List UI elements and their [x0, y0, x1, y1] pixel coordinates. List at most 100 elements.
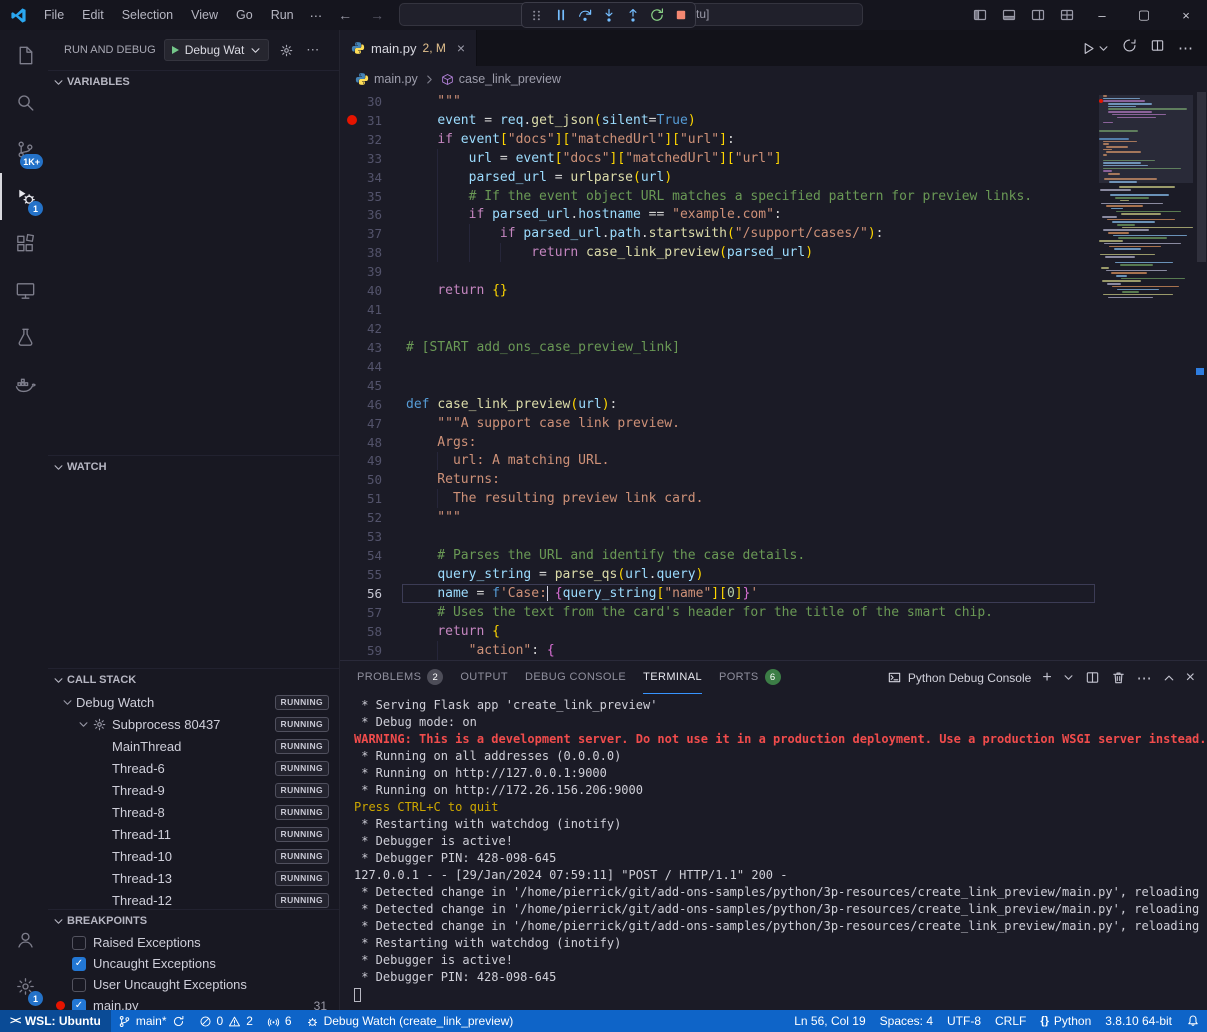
call-stack-item[interactable]: MainThreadRUNNING [48, 735, 339, 757]
step-over-button[interactable] [573, 4, 596, 26]
code-line[interactable]: 58 return { [340, 622, 1097, 641]
code-line[interactable]: 36 if parsed_url.hostname == "example.co… [340, 206, 1097, 225]
gutter[interactable]: 38 [340, 243, 406, 262]
call-stack-item[interactable]: Thread-8RUNNING [48, 801, 339, 823]
split-editor-button[interactable] [1085, 670, 1100, 685]
gutter[interactable]: 49 [340, 452, 406, 471]
activity-item-extensions[interactable] [0, 220, 48, 267]
gutter[interactable]: 45 [340, 376, 406, 395]
code-line[interactable]: 45 [340, 376, 1097, 395]
minimap[interactable] [1099, 95, 1193, 660]
gutter[interactable]: 30 [340, 92, 406, 111]
gutter[interactable]: 37 [340, 224, 406, 243]
status-remote-indicator[interactable]: ><WSL: Ubuntu [0, 1010, 111, 1032]
restart-button[interactable] [645, 4, 668, 26]
gutter[interactable]: 35 [340, 187, 406, 206]
call-stack-item[interactable]: Thread-6RUNNING [48, 757, 339, 779]
menu-run[interactable]: Run [262, 4, 303, 26]
call-stack-item[interactable]: Thread-12RUNNING [48, 889, 339, 909]
code-line[interactable]: 31 event = req.get_json(silent=True) [340, 111, 1097, 130]
gutter[interactable]: 33 [340, 149, 406, 168]
status-debug-session[interactable]: Debug Watch (create_link_preview) [299, 1010, 521, 1032]
gutter[interactable]: 34 [340, 168, 406, 187]
code-line[interactable]: 43# [START add_ons_case_preview_link] [340, 338, 1097, 357]
chevron-down-button[interactable] [1063, 672, 1074, 683]
status-encoding[interactable]: UTF-8 [940, 1010, 988, 1032]
code-line[interactable]: 54 # Parses the URL and identify the cas… [340, 546, 1097, 565]
activity-item-testing[interactable] [0, 314, 48, 361]
menu-view[interactable]: View [182, 4, 227, 26]
status-language-mode[interactable]: {}Python [1033, 1010, 1098, 1032]
gutter[interactable]: 32 [340, 130, 406, 149]
code-line[interactable]: 56 name = f'Case: {query_string["name"][… [340, 584, 1097, 603]
activity-item-explorer[interactable] [0, 32, 48, 79]
breakpoints-section-header[interactable]: BREAKPOINTS [48, 910, 339, 932]
gutter[interactable]: 46 [340, 395, 406, 414]
code-line[interactable]: 32 if event["docs"]["matchedUrl"]["url"]… [340, 130, 1097, 149]
breakpoint-checkbox[interactable] [72, 936, 86, 950]
activity-item-accounts[interactable] [0, 916, 48, 963]
start-debug-icon[interactable] [172, 46, 179, 54]
breakpoint-checkbox[interactable] [72, 978, 86, 992]
breakpoint-item[interactable]: ✓Uncaught Exceptions [48, 953, 339, 974]
code-line[interactable]: 59 "action": { [340, 641, 1097, 660]
close-tab-icon[interactable]: × [457, 40, 465, 56]
gutter[interactable]: 56 [340, 584, 406, 603]
gutter[interactable]: 41 [340, 300, 406, 319]
minimap-slider[interactable] [1099, 95, 1193, 183]
gutter[interactable]: 51 [340, 489, 406, 508]
code-line[interactable]: 49 url: A matching URL. [340, 452, 1097, 471]
code-line[interactable]: 42 [340, 319, 1097, 338]
breakpoint-item[interactable]: ✓main.py31 [48, 995, 339, 1010]
panel-tab-output[interactable]: OUTPUT [460, 661, 508, 694]
gutter[interactable]: 59 [340, 641, 406, 660]
diff-button[interactable] [1122, 38, 1137, 58]
menu-selection[interactable]: Selection [113, 4, 182, 26]
split-editor-button[interactable] [1150, 38, 1165, 58]
status-python-interpreter[interactable]: 3.8.10 64-bit [1098, 1010, 1179, 1032]
code-line[interactable]: 57 # Uses the text from the card's heade… [340, 603, 1097, 622]
call-stack-item[interactable]: Thread-10RUNNING [48, 845, 339, 867]
status-git-branch[interactable]: main* [111, 1010, 192, 1032]
status-forwarded-ports[interactable]: 6 [260, 1010, 299, 1032]
stop-button[interactable] [669, 4, 692, 26]
tab-main-py[interactable]: main.py 2, M × [340, 30, 477, 66]
activity-item-docker[interactable] [0, 361, 48, 408]
status-eol[interactable]: CRLF [988, 1010, 1033, 1032]
panel-tab-problems[interactable]: PROBLEMS2 [357, 661, 443, 694]
code-line[interactable]: 47 """A support case link preview. [340, 414, 1097, 433]
code-line[interactable]: 55 query_string = parse_qs(url.query) [340, 565, 1097, 584]
step-out-button[interactable] [621, 4, 644, 26]
code-line[interactable]: 44 [340, 357, 1097, 376]
status-cursor-position[interactable]: Ln 56, Col 19 [787, 1010, 872, 1032]
call-stack-item[interactable]: Thread-13RUNNING [48, 867, 339, 889]
code-line[interactable]: 50 Returns: [340, 470, 1097, 489]
gutter[interactable]: 43 [340, 338, 406, 357]
gutter[interactable]: 58 [340, 622, 406, 641]
code-line[interactable]: 41 [340, 300, 1097, 319]
chevron-up-button[interactable] [1163, 672, 1175, 684]
code-line[interactable]: 48 Args: [340, 433, 1097, 452]
terminal-profile[interactable]: Python Debug Console [887, 670, 1031, 685]
status-problems-summary[interactable]: 02 [192, 1010, 260, 1032]
gutter[interactable]: 53 [340, 527, 406, 546]
call-stack-section-header[interactable]: CALL STACK [48, 669, 339, 691]
code-line[interactable]: 34 parsed_url = urlparse(url) [340, 168, 1097, 187]
code-line[interactable]: 40 return {} [340, 281, 1097, 300]
code-line[interactable]: 53 [340, 527, 1097, 546]
gutter[interactable]: 55 [340, 565, 406, 584]
call-stack-item[interactable]: Debug WatchRUNNING [48, 691, 339, 713]
activity-item-search[interactable] [0, 79, 48, 126]
activity-item-source-control[interactable]: 1K+ [0, 126, 48, 173]
code-line[interactable]: 52 """ [340, 508, 1097, 527]
call-stack-item[interactable]: Thread-11RUNNING [48, 823, 339, 845]
run-python-file-button[interactable] [1081, 41, 1109, 56]
gutter[interactable]: 44 [340, 357, 406, 376]
status-notifications[interactable] [1179, 1010, 1207, 1032]
scrollbar-thumb[interactable] [1197, 92, 1206, 262]
activity-item-run-and-debug[interactable]: 1 [0, 173, 48, 220]
layout-panel-button[interactable] [994, 0, 1023, 30]
code-line[interactable]: 33 url = event["docs"]["matchedUrl"]["ur… [340, 149, 1097, 168]
code-line[interactable]: 30 """ [340, 92, 1097, 111]
gutter[interactable]: 36 [340, 206, 406, 225]
